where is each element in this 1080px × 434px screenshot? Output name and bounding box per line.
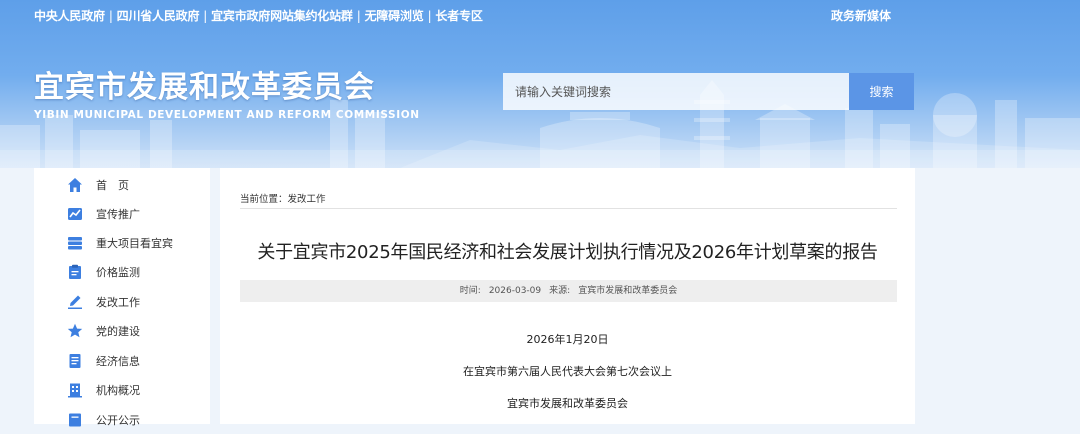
header-banner: 中央人民政府 | 四川省人民政府 | 宜宾市政府网站集约化站群 | 无障碍浏览 | 长者专区 政…: [0, 0, 1080, 168]
search-button[interactable]: 搜索: [849, 73, 914, 110]
article-title: 关于宜宾市2025年国民经济和社会发展计划执行情况及2026年计划草案的报告: [257, 242, 878, 263]
article-source: 宜宾市发展和改革委员会: [578, 286, 678, 296]
sidebar-item-publicity[interactable]: 宣传推广: [34, 202, 210, 228]
stack-icon: [68, 237, 82, 250]
separator: |: [427, 9, 432, 23]
sidebar-item-organization[interactable]: 机构概况: [34, 378, 210, 404]
article-date-line: 2026年1月20日: [526, 333, 609, 346]
sidebar-item-label: 公开公示: [96, 414, 140, 427]
sidebar-item-label: 党的建设: [96, 325, 140, 338]
sidebar-item-label: 价格监测: [96, 266, 140, 279]
source-label: 来源:: [549, 286, 571, 296]
publish-date: 2026-03-09: [488, 286, 542, 296]
site-subtitle: YIBIN MUNICIPAL DEVELOPMENT AND REFORM C…: [34, 109, 420, 121]
divider: [240, 208, 897, 209]
gov-new-media-link[interactable]: 政务新媒体: [831, 7, 891, 24]
separator: |: [356, 9, 361, 23]
top-link-accessibility[interactable]: 无障碍浏览: [365, 9, 424, 23]
article-occasion-line: 在宜宾市第六届人民代表大会第七次会议上: [463, 365, 672, 378]
sidebar-item-label: 重大项目看宜宾: [96, 237, 173, 250]
separator: |: [203, 9, 208, 23]
notice-icon: [69, 413, 81, 427]
time-label: 时间:: [459, 286, 481, 296]
top-link-site-cluster[interactable]: 宜宾市政府网站集约化站群: [211, 9, 353, 23]
sidebar-item-label: 发改工作: [96, 296, 140, 309]
breadcrumb: 当前位置：发改工作: [240, 191, 326, 205]
top-link-elder-zone[interactable]: 长者专区: [435, 9, 482, 23]
star-icon: [67, 323, 83, 338]
breadcrumb-prefix: 当前位置：: [240, 194, 288, 205]
building-icon: [68, 383, 82, 398]
sidebar-item-label: 机构概况: [96, 384, 140, 397]
top-links-bar: 中央人民政府 | 四川省人民政府 | 宜宾市政府网站集约化站群 | 无障碍浏览 | 长者专区: [34, 7, 483, 24]
chart-icon: [68, 208, 82, 220]
home-icon: [68, 178, 82, 192]
sidebar-item-home[interactable]: 首 页: [34, 173, 210, 199]
sidebar-item-label: 首 页: [96, 179, 129, 192]
sidebar-item-party-building[interactable]: 党的建设: [34, 319, 210, 345]
edit-icon: [68, 295, 82, 309]
separator: |: [108, 9, 113, 23]
sidebar-item-label: 宣传推广: [96, 208, 140, 221]
article-meta-bar: 时间: 2026-03-09 来源: 宜宾市发展和改革委员会: [240, 280, 897, 302]
site-title: 宜宾市发展和改革委员会: [34, 70, 375, 105]
article-author-line: 宜宾市发展和改革委员会: [507, 397, 628, 410]
sidebar-item-economic-info[interactable]: 经济信息: [34, 349, 210, 375]
sidebar-item-price-monitoring[interactable]: 价格监测: [34, 260, 210, 286]
sidebar-item-major-projects[interactable]: 重大项目看宜宾: [34, 231, 210, 257]
top-link-sichuan-government[interactable]: 四川省人民政府: [117, 9, 200, 23]
clipboard-icon: [69, 264, 81, 279]
top-link-central-government[interactable]: 中央人民政府: [34, 9, 105, 23]
sidebar-item-public-notice[interactable]: 公开公示: [34, 408, 210, 434]
sidebar-item-reform-work[interactable]: 发改工作: [34, 290, 210, 316]
sidebar-nav: 首 页 宣传推广 重大项目看宜宾 价格监测 发改工作 党的建设 经济信息 机构概…: [34, 168, 210, 427]
breadcrumb-link-reform-work[interactable]: 发改工作: [288, 194, 326, 205]
article-panel: 当前位置：发改工作 关于宜宾市2025年国民经济和社会发展计划执行情况及2026…: [220, 168, 915, 424]
search-input[interactable]: [503, 73, 849, 110]
sidebar-item-label: 经济信息: [96, 355, 140, 368]
document-icon: [69, 354, 81, 368]
